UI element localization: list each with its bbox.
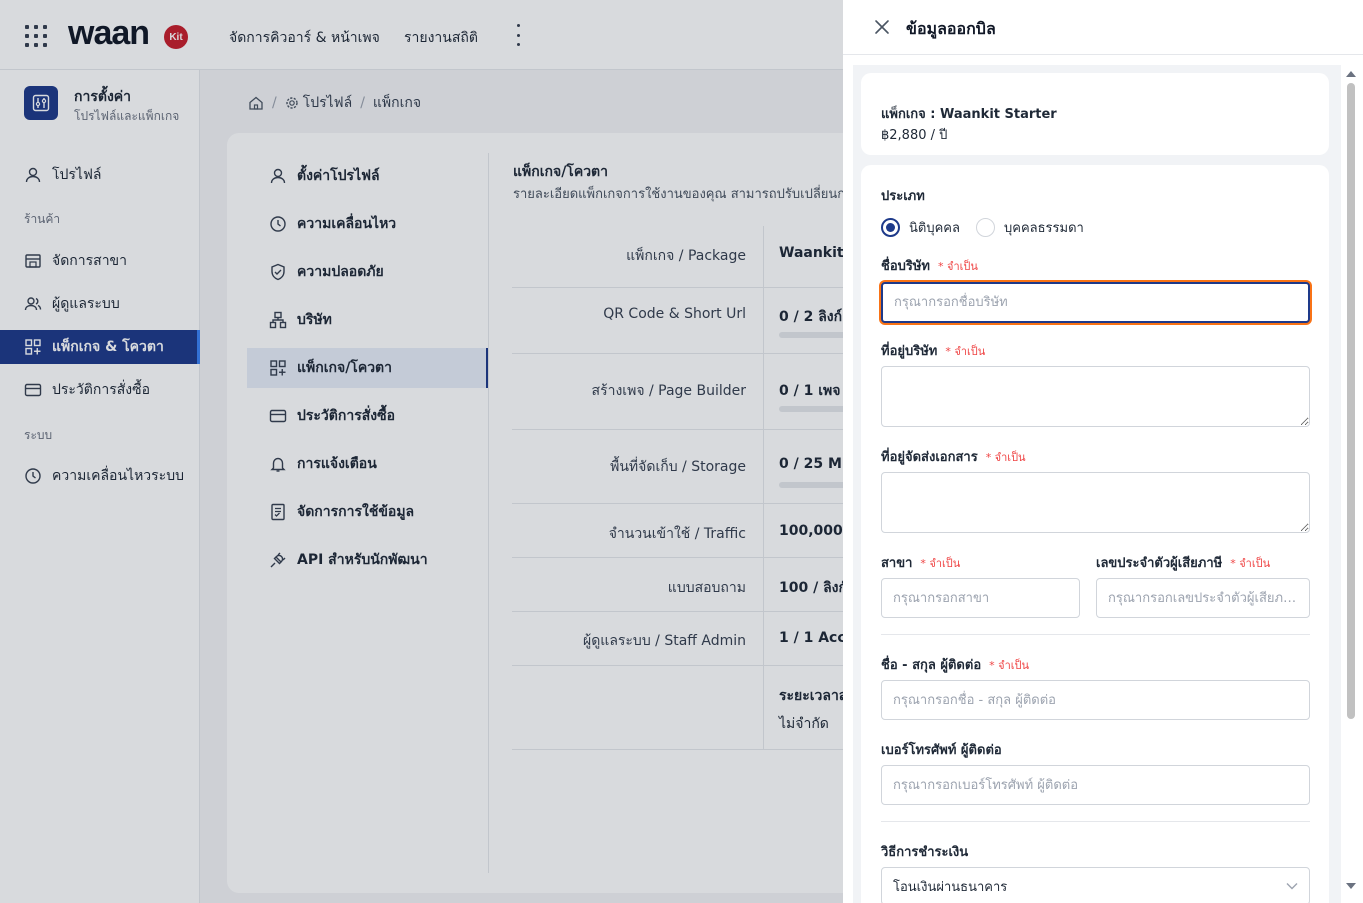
radio-selected-icon	[881, 218, 900, 237]
package-summary-card: แพ็กเกจ : Waankit Starter ฿2,880 / ปี	[861, 73, 1329, 155]
company-address-input[interactable]	[881, 366, 1310, 427]
company-name-input[interactable]	[881, 282, 1310, 323]
payment-method-select[interactable]: โอนเงินผ่านธนาคาร	[881, 867, 1310, 903]
shipping-address-label: ที่อยู่จัดส่งเอกสาร * จำเป็น	[881, 450, 1026, 465]
radio-empty-icon	[976, 218, 995, 237]
contact-name-input[interactable]	[881, 680, 1310, 720]
divider	[881, 634, 1310, 635]
payment-method-label: วิธีการชำระเงิน	[881, 845, 969, 860]
branch-label: สาขา * จำเป็น	[881, 556, 961, 571]
close-icon[interactable]	[873, 18, 891, 36]
type-label: ประเภท	[881, 189, 925, 204]
company-address-label: ที่อยู่บริษัท * จำเป็น	[881, 344, 986, 359]
phone-label: เบอร์โทรศัพท์ ผู้ติดต่อ	[881, 743, 1002, 758]
scrollbar-thumb[interactable]	[1347, 83, 1355, 719]
scroll-down-arrow-icon[interactable]	[1346, 883, 1356, 889]
shipping-address-input[interactable]	[881, 472, 1310, 533]
billing-drawer: ข้อมูลออกบิล แพ็กเกจ : Waankit Starter ฿…	[843, 0, 1363, 903]
modal-backdrop[interactable]	[0, 0, 843, 903]
radio-individual[interactable]: บุคคลธรรมดา	[976, 217, 1084, 238]
tax-id-label: เลขประจำตัวผู้เสียภาษี * จำเป็น	[1096, 556, 1271, 571]
package-name: แพ็กเกจ : Waankit Starter	[881, 107, 1057, 122]
phone-input[interactable]	[881, 765, 1310, 805]
branch-input[interactable]	[881, 578, 1080, 618]
billing-form: ประเภท นิติบุคคล บุคคลธรรมดา ชื่อบริษัท *…	[861, 165, 1329, 903]
chevron-down-icon	[1286, 883, 1298, 890]
tax-id-input[interactable]	[1096, 578, 1310, 618]
drawer-body: แพ็กเกจ : Waankit Starter ฿2,880 / ปี ปร…	[853, 65, 1343, 903]
scroll-up-arrow-icon[interactable]	[1346, 71, 1356, 77]
divider	[881, 821, 1310, 822]
radio-juristic-person[interactable]: นิติบุคคล	[881, 217, 960, 238]
contact-name-label: ชื่อ - สกุล ผู้ติดต่อ * จำเป็น	[881, 658, 1030, 673]
package-price: ฿2,880 / ปี	[881, 128, 948, 143]
drawer-title: ข้อมูลออกบิล	[906, 19, 996, 38]
drawer-header: ข้อมูลออกบิล	[843, 0, 1363, 55]
drawer-scrollbar[interactable]	[1341, 65, 1363, 903]
company-name-label: ชื่อบริษัท * จำเป็น	[881, 259, 978, 274]
